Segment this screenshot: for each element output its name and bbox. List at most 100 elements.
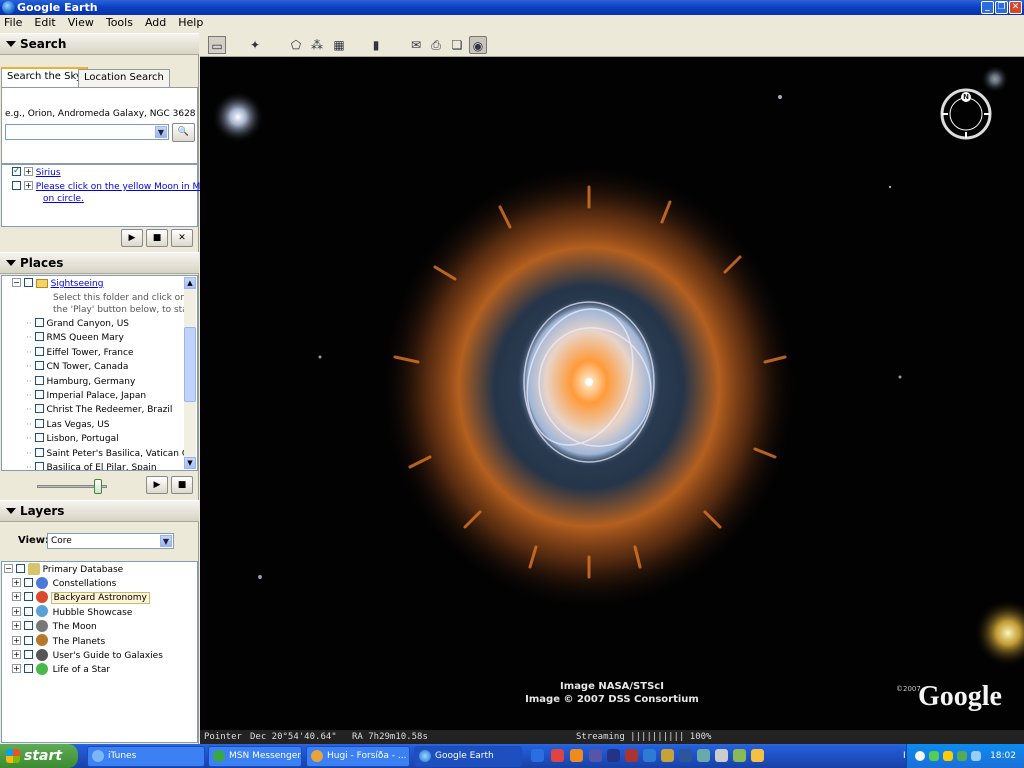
add-path-icon[interactable]: ⁂: [308, 36, 326, 54]
start-button[interactable]: start: [0, 744, 78, 768]
checkbox[interactable]: [23, 635, 33, 645]
checkbox[interactable]: [34, 462, 44, 470]
collapse-minus-icon[interactable]: −: [12, 278, 21, 287]
layer-item[interactable]: + User's Guide to Galaxies: [12, 648, 165, 663]
collapse-triangle-icon[interactable]: [6, 508, 16, 514]
expand-plus-icon[interactable]: +: [12, 592, 21, 602]
dropdown-arrow-icon[interactable]: ▼: [155, 126, 167, 138]
tab-search-the-sky[interactable]: Search the Sky: [1, 67, 88, 87]
tray-icon[interactable]: [929, 751, 939, 761]
list-item[interactable]: ·· Las Vegas, US: [26, 418, 110, 432]
sightseeing-folder-link[interactable]: Sightseeing: [51, 279, 104, 289]
restore-icon[interactable]: ❐: [995, 1, 1008, 14]
list-item[interactable]: ·· Hamburg, Germany: [26, 375, 135, 389]
quicklaunch-photoshop-icon[interactable]: [643, 749, 656, 762]
list-item[interactable]: ·· Saint Peter's Basilica, Vatican Cit: [26, 447, 194, 461]
checkbox[interactable]: [34, 433, 44, 443]
task-itunes[interactable]: iTunes: [87, 746, 205, 767]
checkbox[interactable]: [34, 447, 44, 457]
search-input[interactable]: ▼: [5, 124, 169, 140]
search-button[interactable]: 🔍: [172, 123, 195, 142]
layer-item[interactable]: + Constellations: [12, 576, 118, 591]
quicklaunch-app-icon[interactable]: [607, 749, 620, 762]
checkbox[interactable]: [23, 650, 33, 659]
task-browser[interactable]: Hugi - Forsíða - ...: [306, 746, 410, 767]
tray-icon[interactable]: [971, 751, 981, 761]
scroll-down-icon[interactable]: ▼: [184, 457, 196, 469]
list-item[interactable]: ·· Christ The Redeemer, Brazil: [26, 403, 172, 417]
places-folder-row[interactable]: − Sightseeing: [12, 277, 103, 291]
checkbox[interactable]: [34, 332, 44, 342]
close-icon[interactable]: ✕: [1009, 1, 1022, 14]
layers-panel-header[interactable]: Layers: [0, 500, 199, 522]
checkbox[interactable]: [34, 375, 44, 385]
menu-file[interactable]: File: [4, 15, 22, 30]
collapse-minus-icon[interactable]: −: [4, 564, 13, 573]
tray-icon[interactable]: [915, 751, 925, 761]
play-places-button[interactable]: ▶: [146, 476, 168, 494]
list-item[interactable]: ·· Eiffel Tower, France: [26, 346, 134, 360]
list-item[interactable]: ·· Imperial Palace, Japan: [26, 389, 146, 403]
expand-plus-icon[interactable]: +: [12, 578, 21, 587]
quicklaunch-app-icon[interactable]: [733, 749, 746, 762]
checkbox[interactable]: [34, 418, 44, 428]
checkbox[interactable]: [23, 606, 33, 616]
menu-help[interactable]: Help: [178, 15, 203, 30]
minimize-icon[interactable]: _: [981, 1, 994, 14]
checkbox-primary-database[interactable]: [15, 564, 25, 573]
scroll-up-icon[interactable]: ▲: [184, 277, 196, 289]
sky-mode-icon[interactable]: ◉: [469, 36, 487, 54]
quicklaunch-app-icon[interactable]: [751, 749, 764, 762]
sidebar-toggle-icon[interactable]: ▭: [208, 36, 226, 54]
google-maps-icon[interactable]: ❏: [448, 36, 466, 54]
places-panel-header[interactable]: Places: [0, 252, 199, 274]
checkbox[interactable]: [34, 361, 44, 371]
checkbox[interactable]: [34, 346, 44, 356]
checkbox[interactable]: [34, 404, 44, 414]
tour-speed-slider[interactable]: [37, 479, 107, 494]
menu-edit[interactable]: Edit: [34, 15, 55, 30]
layers-view-select[interactable]: Core ▼: [47, 533, 174, 549]
layers-root-row[interactable]: − Primary Database: [4, 562, 123, 577]
search-panel-header[interactable]: Search: [0, 33, 199, 55]
list-item[interactable]: ·· Grand Canyon, US: [26, 317, 129, 331]
ruler-icon[interactable]: ▮: [367, 36, 385, 54]
checkbox-moon-note[interactable]: [12, 181, 21, 190]
dropdown-arrow-icon[interactable]: ▼: [160, 535, 172, 547]
tray-icon[interactable]: [957, 751, 967, 761]
layer-item[interactable]: + Life of a Star: [12, 662, 112, 677]
quicklaunch-opera-icon[interactable]: [551, 749, 564, 762]
email-icon[interactable]: ✉: [407, 36, 425, 54]
slider-thumb[interactable]: [93, 479, 102, 494]
quicklaunch-app-icon[interactable]: [589, 749, 602, 762]
tray-icon[interactable]: [943, 751, 953, 761]
quicklaunch-app-icon[interactable]: [697, 749, 710, 762]
layer-item[interactable]: + The Planets: [12, 634, 107, 649]
quicklaunch-app-icon[interactable]: [661, 749, 674, 762]
collapse-triangle-icon[interactable]: [6, 41, 16, 47]
stop-places-button[interactable]: ■: [171, 476, 193, 494]
image-overlay-icon[interactable]: ▦: [330, 36, 348, 54]
checkbox[interactable]: [34, 390, 44, 399]
list-item[interactable]: ·· Basilica of El Pilar, Spain: [26, 461, 157, 470]
clear-search-button[interactable]: ✕: [171, 229, 193, 247]
add-polygon-icon[interactable]: ⬠: [287, 36, 305, 54]
checkbox[interactable]: [34, 318, 44, 327]
checkbox[interactable]: [23, 592, 33, 602]
sky-viewer[interactable]: N Image NASA/STScI Image © 2007 DSS Cons…: [200, 57, 1024, 730]
layer-item[interactable]: + Hubble Showcase: [12, 605, 134, 620]
result-sirius-link[interactable]: Sirius: [36, 168, 61, 178]
add-placemark-icon[interactable]: ✦: [246, 36, 264, 54]
list-item[interactable]: + Please click on the yellow Moon in Mot…: [12, 180, 212, 194]
list-item[interactable]: ·· Lisbon, Portugal: [26, 432, 119, 446]
places-scrollbar[interactable]: ▲ ▼: [184, 277, 196, 469]
quicklaunch-ie-icon[interactable]: [531, 749, 544, 762]
checkbox[interactable]: [23, 664, 33, 674]
menu-add[interactable]: Add: [145, 15, 166, 30]
quicklaunch-app-icon[interactable]: [625, 749, 638, 762]
window-titlebar[interactable]: Google Earth _ ❐ ✕: [0, 0, 1024, 15]
list-item-continuation[interactable]: on circle.: [43, 192, 84, 206]
expand-plus-icon[interactable]: +: [12, 621, 21, 631]
expand-plus-icon[interactable]: +: [12, 664, 21, 674]
menu-tools[interactable]: Tools: [106, 15, 133, 30]
